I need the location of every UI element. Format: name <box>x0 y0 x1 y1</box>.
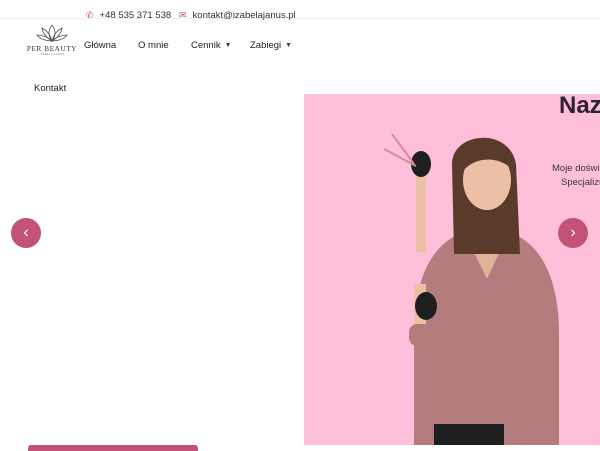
cta-button[interactable] <box>28 445 198 451</box>
email-address[interactable]: kontakt@izabelajanus.pl <box>193 10 296 21</box>
chevron-right-icon: › <box>570 224 576 241</box>
logo-tagline: IZABELA JANUS <box>39 53 65 56</box>
hero-title: Naz <box>559 94 600 119</box>
logo-brand-text: PER BEAUTY <box>26 45 78 53</box>
phone-icon: ✆ <box>86 10 94 20</box>
top-contact-bar: ✆ +48 535 371 538 ✉ kontakt@izabelajanus… <box>0 0 600 21</box>
phone-contact[interactable]: ✆ +48 535 371 538 <box>86 10 171 21</box>
lotus-icon <box>36 24 68 42</box>
slider-next-button[interactable]: › <box>558 218 588 248</box>
chevron-left-icon: ‹ <box>23 224 29 241</box>
nav-label[interactable]: Zabiegi <box>250 40 281 51</box>
nav-item-kontakt[interactable]: Kontakt <box>34 83 66 94</box>
nav-label[interactable]: Główna <box>84 40 116 51</box>
hero-woman-image <box>383 133 559 445</box>
slider-prev-button[interactable]: ‹ <box>11 218 41 248</box>
nav-label[interactable]: Cennik <box>191 40 221 51</box>
nav-item-glowna[interactable]: Główna <box>84 40 116 51</box>
nav-item-o-mnie[interactable]: O mnie <box>138 40 169 51</box>
hero-slide: Naz Moje doświ Specjalizu <box>304 94 600 445</box>
nav-item-cennik[interactable]: Cennik ▼ <box>191 40 232 51</box>
nav-label[interactable]: Kontakt <box>34 83 66 94</box>
hero-text-line: Moje doświ <box>552 163 600 174</box>
hero-text-line: Specjalizu <box>561 177 600 188</box>
nav-item-zabiegi[interactable]: Zabiegi ▼ <box>250 40 292 51</box>
nav-label[interactable]: O mnie <box>138 40 169 51</box>
site-logo[interactable]: PER BEAUTY IZABELA JANUS <box>24 22 80 62</box>
chevron-down-icon[interactable]: ▼ <box>225 42 232 49</box>
chevron-down-icon[interactable]: ▼ <box>285 42 292 49</box>
envelope-icon: ✉ <box>179 10 187 20</box>
email-contact[interactable]: ✉ kontakt@izabelajanus.pl <box>179 10 296 21</box>
phone-number[interactable]: +48 535 371 538 <box>100 10 172 21</box>
